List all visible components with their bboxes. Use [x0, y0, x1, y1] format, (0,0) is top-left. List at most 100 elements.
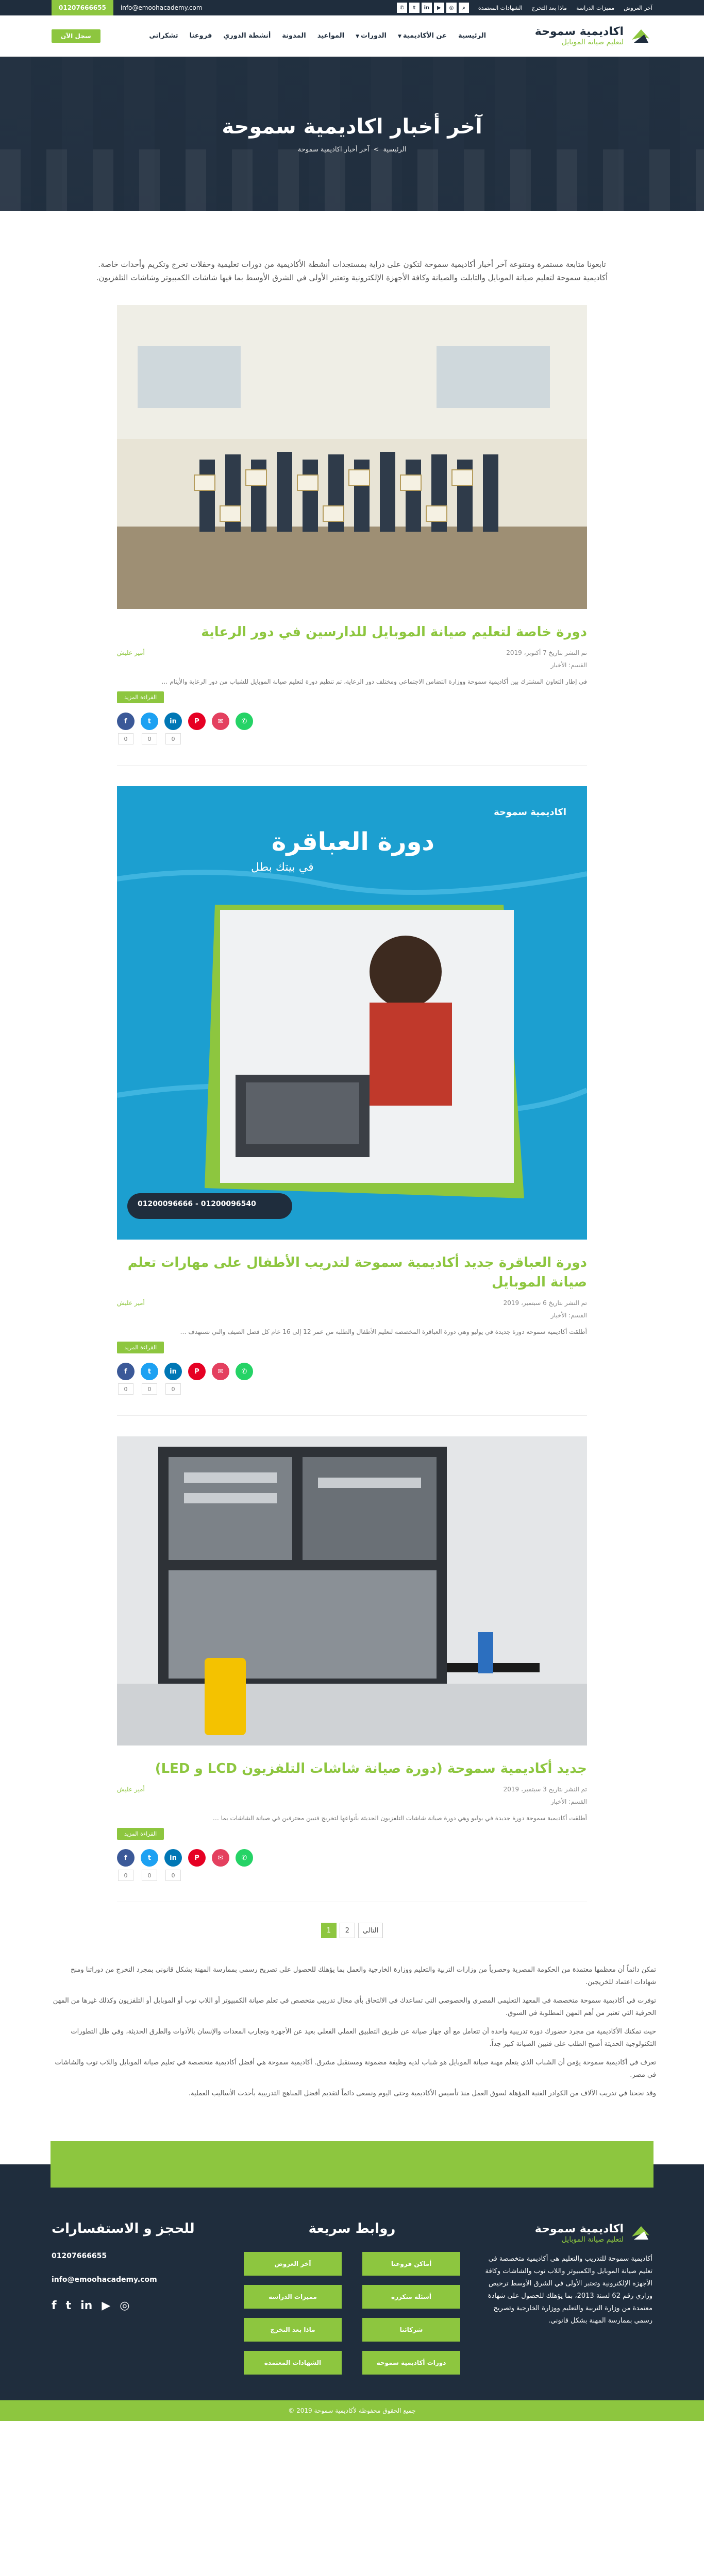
footer-link-branches[interactable]: أماكن فروعنا — [362, 2252, 460, 2276]
facebook-icon[interactable]: f — [117, 1849, 135, 1867]
post-image[interactable] — [117, 1436, 587, 1745]
share-item: ✆ — [236, 713, 253, 744]
topbar-link-certificates[interactable]: الشهادات المعتمدة — [478, 5, 523, 11]
twitter-icon[interactable]: t — [66, 2299, 72, 2312]
nav-home[interactable]: الرئيسية — [458, 32, 486, 40]
register-button[interactable]: سجل الآن — [52, 29, 100, 43]
footer-phone[interactable]: 01207666655 — [52, 2252, 227, 2260]
post-category[interactable]: القسم: الأخبار — [117, 1798, 587, 1805]
share-item: f0 — [117, 713, 135, 744]
instagram-icon[interactable]: ◎ — [446, 3, 457, 13]
twitter-icon[interactable]: t — [409, 3, 420, 13]
site-logo[interactable]: اكاديمية سموحة لتعليم صيانة الموبايل — [535, 24, 652, 48]
read-more-button[interactable]: القراءة المزيد — [117, 1342, 164, 1353]
read-more-button[interactable]: القراءة المزيد — [117, 1828, 164, 1840]
nav-courses[interactable]: الدورات▼ — [356, 32, 387, 40]
nav-about-label: عن الأكاديمية — [403, 32, 447, 40]
linkedin-icon[interactable]: in — [80, 2299, 92, 2312]
seo-paragraph: تمكن دائماً أن معظمها معتمدة من الحكومة … — [71, 1966, 656, 1986]
topbar-email[interactable]: info@emoohacademy.com — [121, 4, 203, 11]
post-excerpt: في إطار التعاون المشترك بين أكاديمية سمو… — [161, 678, 587, 685]
post-category[interactable]: القسم: الأخبار — [117, 1312, 587, 1319]
post-author[interactable]: أمير عليش — [117, 1299, 145, 1307]
footer-link-partners[interactable]: شركائنا — [362, 2318, 460, 2342]
topbar-link-features[interactable]: مميزات الدراسة — [576, 5, 614, 11]
post-date: تم النشر بتاريخ 3 سبتمبر، 2019 — [503, 1786, 587, 1793]
pinterest-icon[interactable]: P — [188, 713, 206, 730]
post-image[interactable] — [117, 305, 587, 609]
nav-blog[interactable]: المدونة — [282, 32, 306, 40]
promo-logo: اكاديمية سموحة — [494, 807, 566, 818]
whatsapp-icon[interactable]: ✆ — [236, 713, 253, 730]
post-category[interactable]: القسم: الأخبار — [117, 662, 587, 669]
footer-links: روابط سريعة أماكن فروعنا آخر العروض أسئل… — [244, 2221, 460, 2375]
pinterest-icon[interactable]: P — [188, 1849, 206, 1867]
breadcrumb-home[interactable]: الرئيسية — [383, 146, 406, 154]
linkedin-icon[interactable]: in — [164, 1849, 182, 1867]
footer-contact: للحجز و الاستفسارات 01207666655 info@emo… — [52, 2221, 227, 2375]
linkedin-icon[interactable]: in — [164, 713, 182, 730]
logo-subtitle: لتعليم صيانة الموبايل — [561, 38, 624, 46]
facebook-icon[interactable]: f — [52, 2299, 57, 2312]
footer-link-features[interactable]: مميزات الدراسة — [244, 2285, 342, 2309]
page-2[interactable]: 2 — [339, 1923, 355, 1938]
whatsapp-icon[interactable]: ✆ — [236, 1363, 253, 1380]
linkedin-icon[interactable]: in — [421, 3, 432, 13]
next-page-button[interactable]: التالي — [358, 1923, 383, 1938]
linkedin-icon[interactable]: in — [164, 1363, 182, 1380]
nav-branches[interactable]: فروعنا — [190, 32, 212, 40]
footer-email[interactable]: info@emoohacademy.com — [52, 2276, 227, 2284]
instagram-icon[interactable]: ◎ — [120, 2299, 129, 2312]
footer-link-certificates[interactable]: الشهادات المعتمدة — [244, 2351, 342, 2375]
topbar: آخر العروض مميزات الدراسة ماذا بعد التخر… — [0, 0, 704, 15]
post-image[interactable]: اكاديمية سموحة دورة العباقرة في بيتك بطل… — [117, 786, 587, 1240]
twitter-icon[interactable]: t — [141, 1849, 158, 1867]
youtube-icon[interactable]: ▶ — [433, 3, 444, 13]
topbar-phone[interactable]: 01207666655 — [52, 0, 113, 15]
footer-link-faq[interactable]: أسئلة متكررة — [362, 2285, 460, 2309]
pinterest-icon[interactable]: P — [188, 1363, 206, 1380]
post-title[interactable]: دورة العباقرة جديد أكاديمية سموحة لتدريب… — [117, 1253, 587, 1292]
share-item: ✉ — [212, 713, 229, 744]
facebook-icon[interactable]: f — [117, 1363, 135, 1380]
nav-thanks[interactable]: تشكراتي — [149, 32, 178, 40]
share-item: t0 — [141, 1363, 158, 1395]
facebook-icon[interactable]: f — [117, 713, 135, 730]
whatsapp-icon[interactable]: ✆ — [236, 1849, 253, 1867]
youtube-icon[interactable]: ▶ — [102, 2299, 110, 2312]
twitter-icon[interactable]: t — [141, 713, 158, 730]
footer-links-grid: أماكن فروعنا آخر العروض أسئلة متكررة ممي… — [244, 2252, 460, 2375]
page-1[interactable]: 1 — [321, 1923, 337, 1938]
share-item: in 0 — [164, 713, 182, 744]
search-icon[interactable]: ⌕ — [458, 3, 469, 13]
read-more-button[interactable]: القراءة المزيد — [117, 691, 164, 703]
promo-title: دورة العباقرة — [272, 827, 434, 856]
footer-link-after-graduation[interactable]: ماذا بعد التخرج — [244, 2318, 342, 2342]
post-card: اكاديمية سموحة دورة العباقرة في بيتك بطل… — [117, 786, 587, 1416]
nav-schedule[interactable]: المواعيد — [317, 32, 344, 40]
topbar-link-after-graduation[interactable]: ماذا بعد التخرج — [532, 5, 567, 11]
whatsapp-icon[interactable]: ✆ — [396, 3, 407, 13]
share-count: 0 — [118, 1383, 133, 1395]
share-item: f0 — [117, 1363, 135, 1395]
email-icon[interactable]: ✉ — [212, 713, 229, 730]
email-icon[interactable]: ✉ — [212, 1363, 229, 1380]
page-hero: آخر أخبار اكاديمية سموحة الرئيسية > آخر … — [0, 57, 704, 211]
share-item: in 0 — [164, 1849, 182, 1881]
nav-about[interactable]: عن الأكاديمية▼ — [398, 32, 447, 40]
post-title[interactable]: دورة خاصة لتعليم صيانة الموبايل للدارسين… — [117, 622, 587, 642]
post-author[interactable]: أمير عليش — [117, 649, 145, 656]
footer-link-offers[interactable]: آخر العروض — [244, 2252, 342, 2276]
page-title: آخر أخبار اكاديمية سموحة — [222, 114, 482, 139]
post-title[interactable]: جديد أكاديمية سموحة (دورة صيانة شاشات ال… — [117, 1759, 587, 1778]
footer-link-courses[interactable]: دورات أكاديمية سموحة — [362, 2351, 460, 2375]
email-icon[interactable]: ✉ — [212, 1849, 229, 1867]
topbar-link-offers[interactable]: آخر العروض — [624, 5, 652, 11]
posts-list: دورة خاصة لتعليم صيانة الموبايل للدارسين… — [117, 305, 587, 1938]
footer-logo[interactable]: اكاديمية سموحة لتعليم صيانة الموبايل — [477, 2221, 652, 2245]
post-meta: تم النشر بتاريخ 6 سبتمبر، 2019 أمير عليش — [117, 1299, 587, 1307]
nav-activities[interactable]: أنشطة الدوري — [223, 32, 271, 40]
twitter-icon[interactable]: t — [141, 1363, 158, 1380]
post-author[interactable]: أمير عليش — [117, 1786, 145, 1793]
share-bar: f 0 t 0 in 0 P ✉ ✆ — [117, 1363, 587, 1395]
